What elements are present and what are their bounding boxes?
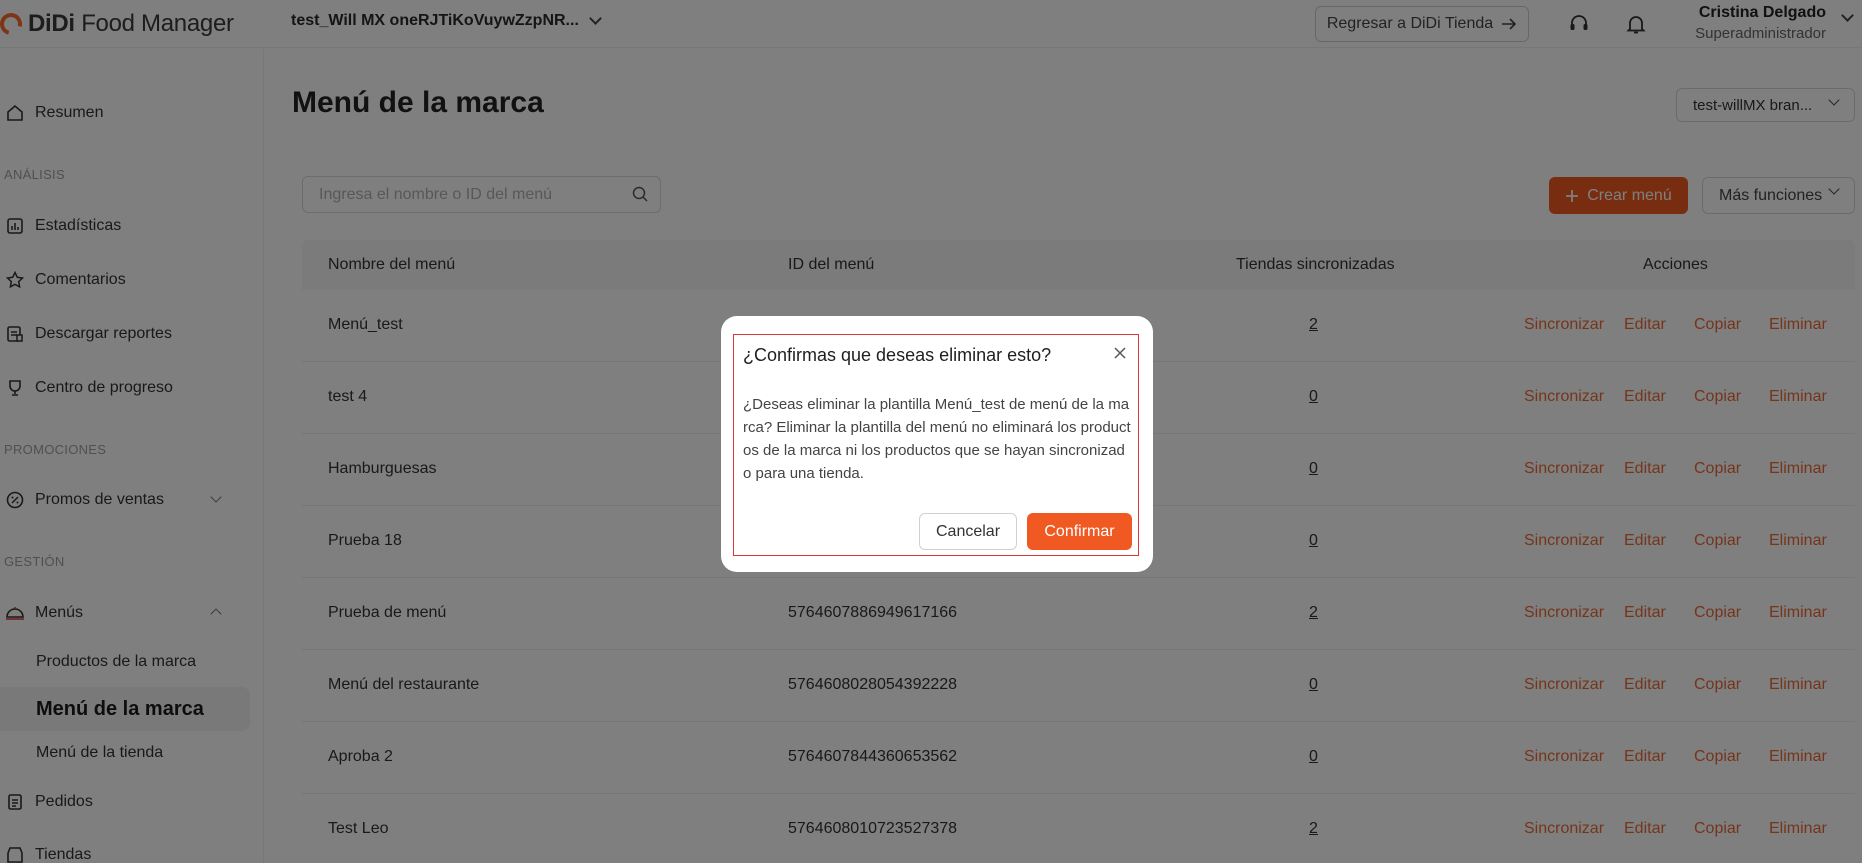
dialog-content: ¿Confirmas que deseas eliminar esto? ¿De… — [733, 334, 1139, 556]
dialog-message: ¿Deseas eliminar la plantilla Menú_test … — [743, 396, 1131, 482]
close-icon[interactable] — [1112, 345, 1128, 361]
dialog-title: ¿Confirmas que deseas eliminar esto? — [743, 345, 1052, 365]
cancel-button[interactable]: Cancelar — [919, 513, 1017, 550]
confirm-button[interactable]: Confirmar — [1027, 513, 1132, 550]
delete-confirm-dialog: ¿Confirmas que deseas eliminar esto? ¿De… — [721, 316, 1153, 572]
